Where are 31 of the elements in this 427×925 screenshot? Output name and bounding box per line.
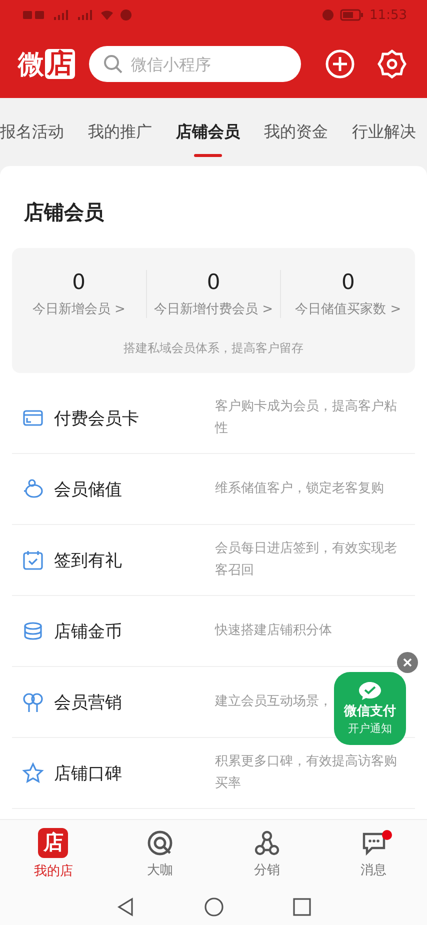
logo-text: 微 <box>18 48 44 82</box>
feature-title[interactable]: 付费会员卡 <box>54 406 215 430</box>
feature-title[interactable]: 会员储值 <box>54 478 215 500</box>
feature-description: 维系储值客户，锁定老客复购 <box>215 481 384 496</box>
feature-description: 积累更多口碑，有效提高访客购买率 <box>215 754 397 791</box>
feature-title[interactable]: 会员营销 <box>54 690 215 714</box>
tab[interactable]: 行业解决 <box>352 122 416 157</box>
feature-title[interactable]: 店铺金币 <box>54 620 215 642</box>
stat-value: 0 <box>206 270 220 294</box>
nav-item[interactable]: 消息 <box>360 860 387 878</box>
search-field[interactable]: 微信小程序 <box>89 46 301 82</box>
nav-item[interactable]: 我的店 <box>34 862 73 880</box>
nav-item[interactable]: 分销 <box>254 860 280 878</box>
stat-value: 0 <box>72 270 86 294</box>
stat-value: 0 <box>341 270 355 294</box>
tab[interactable]: 我的推广 <box>88 122 152 157</box>
logo-badge: 店 <box>45 49 75 79</box>
feature-description: 建立会员互动场景， <box>215 694 332 709</box>
nav-item[interactable]: 大咖 <box>147 860 174 878</box>
clock-time: 11:53 <box>370 8 407 22</box>
feature-description: 客户购卡成为会员，提高客户粘性 <box>215 399 397 436</box>
feature-description: 快速搭建店铺积分体 <box>215 623 332 638</box>
tab[interactable]: 店铺会员 <box>176 122 240 157</box>
tab[interactable]: 报名活动 <box>0 122 64 157</box>
stats-note: 搭建私域会员体系，提高客户留存 <box>122 340 304 357</box>
feature-description: 会员每日进店签到，有效实现老客召回 <box>215 541 397 578</box>
feature-title[interactable]: 店铺口碑 <box>54 762 215 784</box>
store-icon[interactable]: 店 <box>38 828 68 858</box>
section-title: 店铺会员 <box>22 199 105 224</box>
feature-title[interactable]: 签到有礼 <box>54 548 215 572</box>
tab[interactable]: 我的资金 <box>264 122 328 157</box>
